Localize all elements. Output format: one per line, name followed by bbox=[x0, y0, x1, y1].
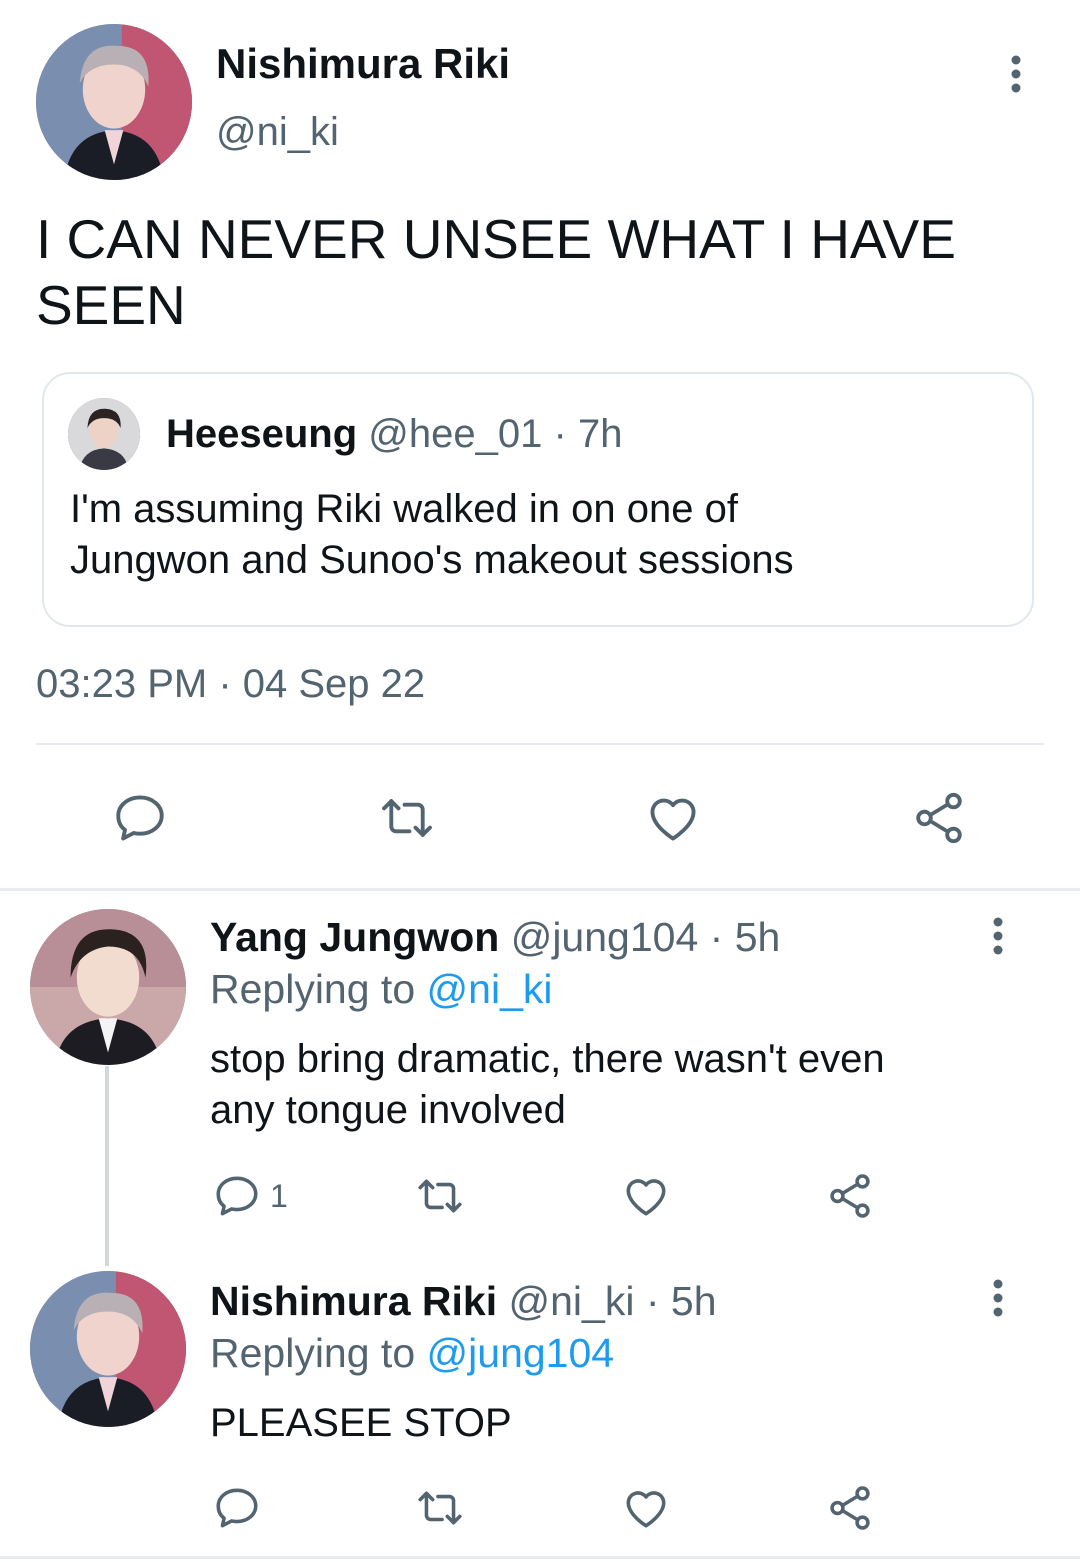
like-button[interactable] bbox=[618, 1482, 674, 1534]
like-button[interactable] bbox=[642, 788, 704, 848]
like-icon bbox=[626, 1179, 666, 1216]
replying-to: Replying to @jung104 bbox=[210, 1330, 614, 1377]
reply-icon bbox=[216, 1176, 258, 1216]
reply-time: · 5h bbox=[645, 1278, 717, 1324]
reply-time: · 5h bbox=[709, 914, 781, 960]
quoted-text-line: I'm assuming Riki walked in on one of bbox=[70, 487, 738, 531]
more-options-button[interactable] bbox=[996, 52, 1036, 96]
retweet-icon bbox=[418, 1491, 462, 1525]
tweet-timestamp[interactable]: 03:23 PM · 04 Sep 22 bbox=[36, 662, 425, 707]
like-icon bbox=[626, 1491, 666, 1528]
replying-to-label: Replying to bbox=[210, 1330, 416, 1376]
reply-icon bbox=[116, 795, 164, 841]
avatar bbox=[68, 398, 140, 470]
share-icon bbox=[830, 1486, 870, 1530]
share-button[interactable] bbox=[822, 1170, 878, 1222]
reply-header: Nishimura Riki @ni_ki · 5h bbox=[210, 1278, 717, 1325]
quoted-author-name: Heeseung bbox=[166, 412, 358, 456]
retweet-icon bbox=[418, 1179, 462, 1213]
quoted-time: · 7h bbox=[553, 412, 623, 456]
reply-text: stop bring dramatic, there wasn't even a… bbox=[210, 1034, 885, 1136]
more-icon bbox=[993, 1279, 1003, 1317]
share-icon bbox=[916, 792, 962, 844]
divider bbox=[36, 743, 1044, 745]
share-button[interactable] bbox=[822, 1482, 878, 1534]
more-options-button[interactable] bbox=[978, 914, 1018, 958]
reply-button[interactable]: 1 bbox=[212, 1170, 302, 1222]
thread-line bbox=[105, 1066, 109, 1266]
share-icon bbox=[830, 1174, 870, 1218]
replying-to-link[interactable]: @ni_ki bbox=[427, 966, 553, 1012]
like-button[interactable] bbox=[618, 1170, 674, 1222]
more-icon bbox=[1011, 55, 1021, 93]
reply-author-name[interactable]: Yang Jungwon bbox=[210, 914, 499, 960]
reply-header: Yang Jungwon @jung104 · 5h bbox=[210, 914, 780, 961]
retweet-button[interactable] bbox=[410, 1170, 470, 1222]
reply-text-line: stop bring dramatic, there wasn't even bbox=[210, 1037, 885, 1081]
like-icon bbox=[650, 798, 696, 841]
reply-author-handle[interactable]: @ni_ki bbox=[509, 1278, 635, 1324]
reply-button[interactable] bbox=[110, 788, 170, 848]
author-handle[interactable]: @ni_ki bbox=[216, 110, 339, 155]
reply-text-line: any tongue involved bbox=[210, 1088, 566, 1132]
quoted-text-line: Jungwon and Sunoo's makeout sessions bbox=[70, 538, 794, 582]
reply-button[interactable] bbox=[212, 1482, 268, 1534]
section-divider bbox=[0, 888, 1080, 891]
tweet-text-line: I CAN NEVER UNSEE WHAT I HAVE bbox=[36, 208, 956, 270]
reply-author-handle[interactable]: @jung104 bbox=[511, 914, 699, 960]
avatar[interactable] bbox=[30, 1271, 186, 1427]
retweet-button[interactable] bbox=[410, 1482, 470, 1534]
reply-count: 1 bbox=[270, 1177, 288, 1214]
more-options-button[interactable] bbox=[978, 1276, 1018, 1320]
replying-to: Replying to @ni_ki bbox=[210, 966, 552, 1013]
reply-icon bbox=[216, 1488, 258, 1528]
tweet-text: I CAN NEVER UNSEE WHAT I HAVE SEEN bbox=[36, 206, 956, 338]
quoted-text: I'm assuming Riki walked in on one of Ju… bbox=[70, 484, 794, 586]
share-button[interactable] bbox=[908, 788, 970, 848]
avatar[interactable] bbox=[30, 909, 186, 1065]
divider bbox=[0, 1556, 1080, 1559]
replying-to-link[interactable]: @jung104 bbox=[427, 1330, 615, 1376]
retweet-button[interactable] bbox=[374, 788, 440, 848]
replying-to-label: Replying to bbox=[210, 966, 416, 1012]
quoted-header: Heeseung @hee_01 · 7h bbox=[166, 412, 622, 457]
tweet-text-line: SEEN bbox=[36, 274, 186, 336]
retweet-icon bbox=[382, 799, 432, 837]
reply-author-name[interactable]: Nishimura Riki bbox=[210, 1278, 497, 1324]
quoted-tweet-card[interactable]: Heeseung @hee_01 · 7h I'm assuming Riki … bbox=[42, 372, 1034, 627]
quoted-author-handle: @hee_01 bbox=[368, 412, 543, 456]
more-icon bbox=[993, 917, 1003, 955]
avatar[interactable] bbox=[36, 24, 192, 180]
reply-text: PLEASEE STOP bbox=[210, 1401, 512, 1445]
author-name[interactable]: Nishimura Riki bbox=[216, 40, 510, 88]
